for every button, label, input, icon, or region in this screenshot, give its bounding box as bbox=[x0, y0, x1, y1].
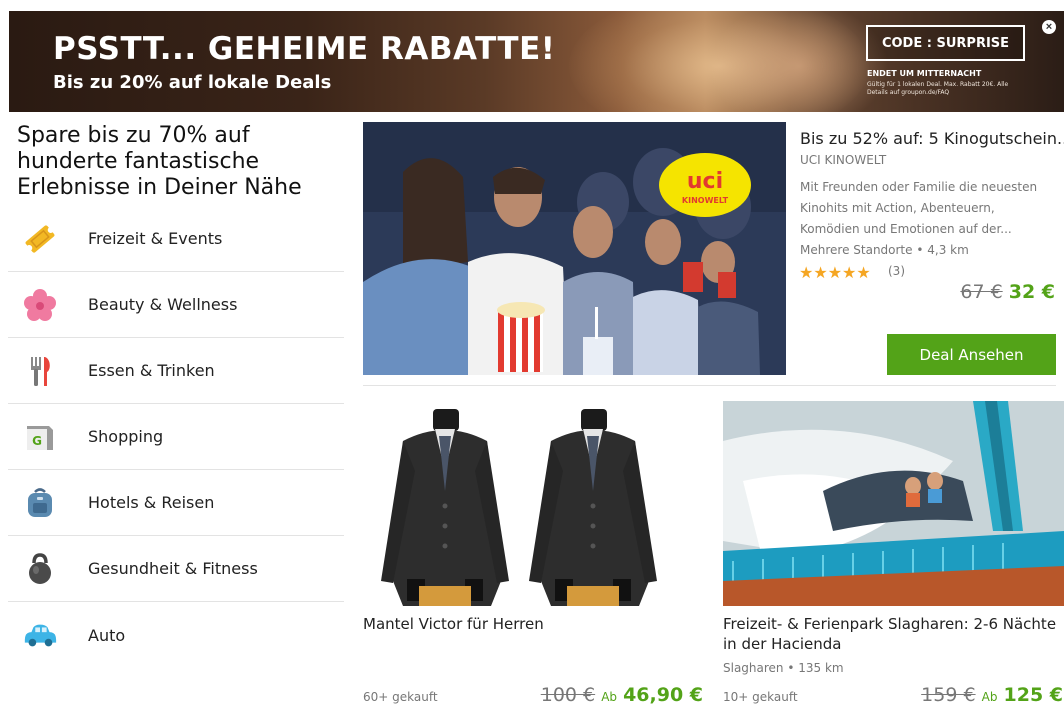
deal-card-location: Slagharen • 135 km bbox=[723, 661, 844, 675]
uci-logo-text: uci bbox=[687, 169, 723, 194]
category-label: Beauty & Wellness bbox=[88, 295, 238, 314]
category-freizeit-events[interactable]: Freizeit & Events bbox=[8, 206, 344, 272]
deal-card-title[interactable]: Mantel Victor für Herren bbox=[363, 614, 703, 634]
promo-banner[interactable]: PSSTT... GEHEIME RABATTE! Bis zu 20% auf… bbox=[9, 11, 1064, 112]
featured-deal-description: Mit Freunden oder Familie die neuesten K… bbox=[800, 180, 1038, 236]
deal-card-bought: 60+ gekauft bbox=[363, 690, 438, 704]
flower-icon bbox=[22, 287, 58, 323]
banner-headline: PSSTT... GEHEIME RABATTE! bbox=[53, 31, 556, 67]
category-label: Gesundheit & Fitness bbox=[88, 559, 258, 578]
category-label: Auto bbox=[88, 625, 126, 645]
ticket-icon bbox=[22, 221, 58, 257]
deal-card-price: 159 € Ab 125 € bbox=[921, 684, 1063, 706]
star-icon: ★ bbox=[827, 265, 843, 282]
promo-code-box: CODE : SURPRISE bbox=[866, 25, 1025, 61]
category-sidebar: Spare bis zu 70% auf hunderte fantastisc… bbox=[8, 120, 344, 668]
category-shopping[interactable]: G Shopping bbox=[8, 404, 344, 470]
category-label: Essen & Trinken bbox=[88, 361, 215, 380]
category-auto[interactable]: Auto bbox=[8, 602, 344, 668]
promo-ends-text: ENDET UM MITTERNACHT bbox=[867, 69, 982, 78]
view-deal-button[interactable]: Deal Ansehen bbox=[887, 334, 1056, 375]
deal-card-title[interactable]: Freizeit- & Ferienpark Slagharen: 2-6 Nä… bbox=[723, 614, 1064, 654]
cinema-audience-illustration: uci KINOWELT bbox=[363, 122, 786, 375]
deal-card-bought: 10+ gekauft bbox=[723, 690, 798, 704]
distance-text: • 4,3 km bbox=[916, 243, 969, 257]
location-text: Slagharen bbox=[723, 661, 784, 675]
featured-deal-location: Mehrere Standorte • 4,3 km bbox=[800, 243, 969, 257]
uci-logo-subtext: KINOWELT bbox=[682, 196, 729, 205]
rating-count: (3) bbox=[888, 264, 905, 278]
price-new: 125 € bbox=[1003, 684, 1064, 706]
category-label: Shopping bbox=[88, 427, 164, 446]
star-icon: ★ bbox=[813, 265, 828, 282]
category-label: Hotels & Reisen bbox=[88, 493, 215, 512]
price-new: 32 € bbox=[1008, 281, 1055, 303]
star-icon: ★ bbox=[856, 265, 871, 282]
featured-deal-title[interactable]: Bis zu 52% auf: 5 Kinogutschein... bbox=[800, 129, 1064, 148]
category-hotels-reisen[interactable]: Hotels & Reisen bbox=[8, 470, 344, 536]
deal-card-image-coat[interactable] bbox=[363, 401, 704, 606]
star-rating: ★★★★★ bbox=[799, 263, 871, 283]
price-old: 67 € bbox=[960, 281, 1003, 303]
close-icon[interactable]: × bbox=[1042, 20, 1056, 34]
category-essen-trinken[interactable]: Essen & Trinken bbox=[8, 338, 344, 404]
sidebar-heading: Spare bis zu 70% auf hunderte fantastisc… bbox=[17, 123, 302, 200]
backpack-icon bbox=[22, 485, 58, 521]
deal-card-image-waterpark[interactable] bbox=[723, 401, 1064, 606]
distance-text: • 135 km bbox=[787, 661, 844, 675]
star-icon: ★ bbox=[799, 265, 814, 282]
price-from-label: Ab bbox=[981, 690, 998, 704]
shopping-bag-icon: G bbox=[22, 419, 58, 455]
kettlebell-icon bbox=[22, 551, 58, 587]
price-new: 46,90 € bbox=[623, 684, 703, 706]
category-beauty-wellness[interactable]: Beauty & Wellness bbox=[8, 272, 344, 338]
price-old: 159 € bbox=[921, 684, 976, 706]
water-ride-illustration bbox=[723, 401, 1064, 606]
location-text: Mehrere Standorte bbox=[800, 243, 913, 257]
banner-subline: Bis zu 20% auf lokale Deals bbox=[53, 72, 332, 93]
cutlery-icon bbox=[22, 353, 58, 389]
price-from-label: Ab bbox=[601, 690, 618, 704]
promo-fine-print: Gültig für 1 lokalen Deal. Max. Rabatt 2… bbox=[867, 81, 1009, 96]
featured-deal-price: 67 € 32 € bbox=[960, 281, 1055, 303]
banner-photo-highlight bbox=[709, 11, 889, 112]
price-old: 100 € bbox=[540, 684, 596, 706]
car-icon bbox=[22, 617, 58, 653]
svg-text:G: G bbox=[32, 434, 42, 448]
category-label: Freizeit & Events bbox=[88, 229, 223, 248]
featured-deal-merchant: UCI KINOWELT bbox=[800, 153, 887, 167]
category-gesundheit-fitness[interactable]: Gesundheit & Fitness bbox=[8, 536, 344, 602]
divider bbox=[363, 385, 1056, 386]
coat-illustration bbox=[363, 401, 704, 606]
featured-deal-image[interactable]: uci KINOWELT bbox=[363, 122, 786, 375]
star-icon: ★ bbox=[842, 265, 857, 282]
deal-card-price: 100 € Ab 46,90 € bbox=[541, 684, 703, 706]
